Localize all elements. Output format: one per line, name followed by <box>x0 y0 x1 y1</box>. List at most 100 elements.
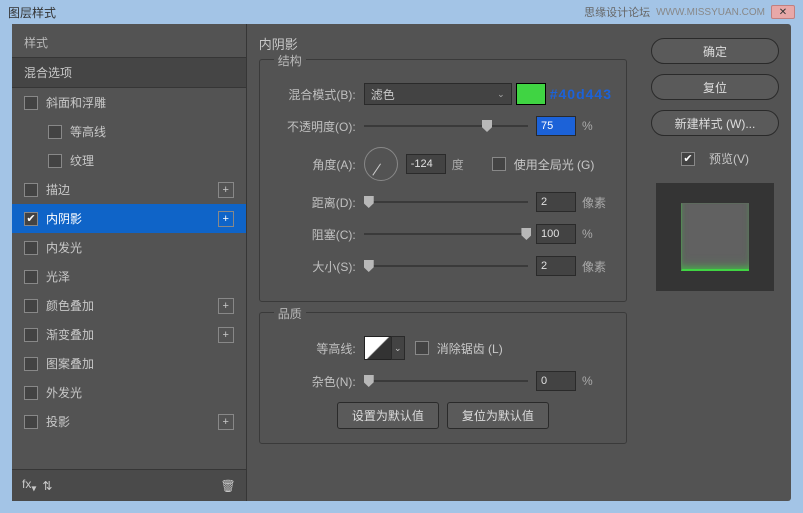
global-light-checkbox[interactable] <box>492 157 506 171</box>
style-label: 渐变叠加 <box>46 326 94 343</box>
size-slider[interactable] <box>364 265 528 267</box>
style-label: 描边 <box>46 181 70 198</box>
style-item-9[interactable]: 图案叠加 <box>12 349 246 378</box>
color-hex-note: #40d443 <box>550 86 612 102</box>
choke-input[interactable] <box>536 224 576 244</box>
size-label: 大小(S): <box>274 258 364 275</box>
style-label: 内发光 <box>46 239 82 256</box>
opacity-label: 不透明度(O): <box>274 118 364 135</box>
style-checkbox[interactable] <box>24 241 38 255</box>
style-label: 投影 <box>46 413 70 430</box>
noise-unit: % <box>582 374 612 388</box>
choke-label: 阻塞(C): <box>274 226 364 243</box>
style-item-3[interactable]: 描边 + <box>12 175 246 204</box>
styles-header: 样式 <box>12 24 246 57</box>
style-item-0[interactable]: 斜面和浮雕 <box>12 88 246 117</box>
distance-unit: 像素 <box>582 194 612 211</box>
noise-label: 杂色(N): <box>274 373 364 390</box>
noise-input[interactable] <box>536 371 576 391</box>
contour-label: 等高线: <box>274 340 364 357</box>
style-label: 图案叠加 <box>46 355 94 372</box>
structure-group: 结构 混合模式(B): 滤色 ⌄ #40d443 不透明度(O): % <box>259 59 627 302</box>
opacity-slider[interactable] <box>364 125 528 127</box>
left-footer: fx▾ ⇅ 🗑 <box>12 469 246 501</box>
style-item-4[interactable]: 内阴影+ <box>12 204 246 233</box>
contour-dropdown[interactable]: ⌄ <box>391 336 405 360</box>
options-panel: 内阴影 结构 混合模式(B): 滤色 ⌄ #40d443 不透明度(O): <box>247 24 639 501</box>
angle-input[interactable] <box>406 154 446 174</box>
plus-icon[interactable]: + <box>218 414 234 430</box>
style-checkbox[interactable] <box>24 357 38 371</box>
plus-icon[interactable]: + <box>218 211 234 227</box>
window-title: 图层样式 <box>8 4 56 21</box>
preview-checkbox[interactable] <box>681 152 695 166</box>
angle-unit: 度 <box>452 156 482 173</box>
quality-label: 品质 <box>274 305 306 322</box>
structure-label: 结构 <box>274 52 306 69</box>
opacity-input[interactable] <box>536 116 576 136</box>
style-checkbox[interactable] <box>24 386 38 400</box>
close-icon[interactable]: ✕ <box>771 5 795 19</box>
style-checkbox[interactable] <box>48 154 62 168</box>
make-default-button[interactable]: 设置为默认值 <box>337 402 439 429</box>
preview-swatch <box>681 203 749 271</box>
style-checkbox[interactable] <box>24 415 38 429</box>
style-item-5[interactable]: 内发光 <box>12 233 246 262</box>
blend-mode-value: 滤色 <box>371 86 395 103</box>
new-style-button[interactable]: 新建样式 (W)... <box>651 110 779 136</box>
style-checkbox[interactable] <box>24 96 38 110</box>
blend-mode-label: 混合模式(B): <box>274 86 364 103</box>
distance-slider[interactable] <box>364 201 528 203</box>
style-checkbox[interactable] <box>24 328 38 342</box>
global-light-label: 使用全局光 (G) <box>514 156 595 173</box>
distance-label: 距离(D): <box>274 194 364 211</box>
trash-icon[interactable]: 🗑 <box>220 479 235 493</box>
reset-default-button[interactable]: 复位为默认值 <box>447 402 549 429</box>
style-checkbox[interactable] <box>24 299 38 313</box>
size-unit: 像素 <box>582 258 612 275</box>
style-label: 颜色叠加 <box>46 297 94 314</box>
style-checkbox[interactable] <box>24 212 38 226</box>
style-item-2[interactable]: 纹理 <box>12 146 246 175</box>
choke-unit: % <box>582 227 612 241</box>
right-panel: 确定 复位 新建样式 (W)... 预览(V) <box>639 24 791 501</box>
blend-mode-dropdown[interactable]: 滤色 ⌄ <box>364 83 512 105</box>
style-item-10[interactable]: 外发光 <box>12 378 246 407</box>
plus-icon[interactable]: + <box>218 327 234 343</box>
angle-dial[interactable] <box>364 147 398 181</box>
arrows-icon[interactable]: ⇅ <box>42 479 52 493</box>
style-item-7[interactable]: 颜色叠加 + <box>12 291 246 320</box>
chevron-down-icon: ⌄ <box>497 89 505 100</box>
style-item-1[interactable]: 等高线 <box>12 117 246 146</box>
style-checkbox[interactable] <box>48 125 62 139</box>
plus-icon[interactable]: + <box>218 182 234 198</box>
style-item-11[interactable]: 投影 + <box>12 407 246 436</box>
style-label: 外发光 <box>46 384 82 401</box>
style-label: 斜面和浮雕 <box>46 94 106 111</box>
cancel-button[interactable]: 复位 <box>651 74 779 100</box>
left-panel: 样式 混合选项 斜面和浮雕等高线纹理描边+内阴影+内发光光泽颜色叠加+渐变叠加+… <box>12 24 247 501</box>
ok-button[interactable]: 确定 <box>651 38 779 64</box>
style-checkbox[interactable] <box>24 270 38 284</box>
style-checkbox[interactable] <box>24 183 38 197</box>
layer-style-dialog: 样式 混合选项 斜面和浮雕等高线纹理描边+内阴影+内发光光泽颜色叠加+渐变叠加+… <box>12 24 791 501</box>
distance-input[interactable] <box>536 192 576 212</box>
size-input[interactable] <box>536 256 576 276</box>
style-item-6[interactable]: 光泽 <box>12 262 246 291</box>
style-item-8[interactable]: 渐变叠加 + <box>12 320 246 349</box>
choke-slider[interactable] <box>364 233 528 235</box>
panel-title: 内阴影 <box>259 34 627 53</box>
fx-menu-icon[interactable]: fx▾ <box>22 477 36 494</box>
quality-group: 品质 等高线: ⌄ 消除锯齿 (L) 杂色(N): % 设置为默认值 <box>259 312 627 444</box>
antialias-checkbox[interactable] <box>415 341 429 355</box>
style-label: 等高线 <box>70 123 106 140</box>
plus-icon[interactable]: + <box>218 298 234 314</box>
angle-label: 角度(A): <box>274 156 364 173</box>
blending-options[interactable]: 混合选项 <box>12 57 246 88</box>
color-swatch[interactable] <box>516 83 546 105</box>
noise-slider[interactable] <box>364 380 528 382</box>
style-list: 斜面和浮雕等高线纹理描边+内阴影+内发光光泽颜色叠加+渐变叠加+图案叠加外发光投… <box>12 88 246 469</box>
watermark-text: 思缘设计论坛 <box>584 4 650 20</box>
opacity-unit: % <box>582 119 612 133</box>
contour-picker[interactable] <box>364 336 392 360</box>
